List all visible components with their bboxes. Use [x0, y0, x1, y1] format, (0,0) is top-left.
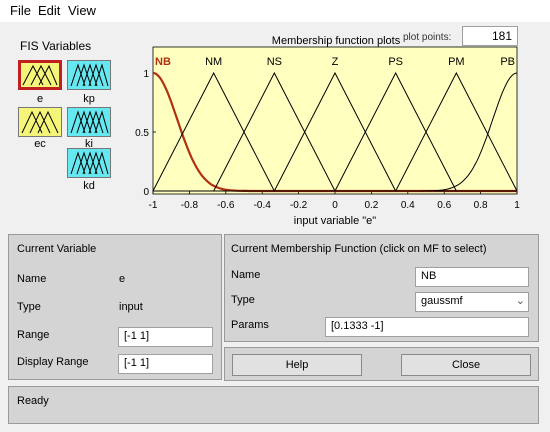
menu-bar: File Edit View: [0, 0, 550, 22]
y-tick-label: 0.5: [135, 128, 149, 139]
variable-name-value: e: [119, 273, 126, 285]
current-variable-panel: Current Variable Name e Type input Range…: [8, 234, 222, 380]
fis-output-ki[interactable]: [67, 107, 111, 137]
buttons-panel: Help Close: [224, 347, 539, 381]
mf-type-value: gaussmf: [421, 295, 463, 307]
mf-label-z: Z: [332, 56, 339, 68]
mf-type-select[interactable]: gaussmf ⌄: [415, 292, 529, 312]
mf-params-label: Params: [231, 319, 269, 331]
fis-input-e[interactable]: [18, 60, 62, 90]
fis-output-kp-label: kp: [83, 93, 95, 105]
x-tick-label: -0.2: [290, 200, 308, 211]
fis-input-ec-label: ec: [34, 138, 46, 150]
mf-label-nm: NM: [205, 56, 222, 68]
chart-title: Membership function plots: [272, 35, 401, 47]
mf-name-label: Name: [231, 269, 261, 281]
fis-output-kd[interactable]: [67, 148, 111, 178]
variable-type-label: Type: [17, 301, 41, 313]
status-text: Ready: [17, 395, 49, 407]
x-tick-label: -1: [149, 200, 158, 211]
mf-label-ps: PS: [388, 56, 403, 68]
mf-glyph-icon: [21, 110, 59, 134]
mf-glyph-icon: [70, 110, 109, 134]
mf-label-nb: NB: [155, 56, 171, 68]
mf-name-field[interactable]: NB: [415, 267, 529, 287]
menu-view[interactable]: View: [68, 3, 96, 18]
help-button[interactable]: Help: [232, 354, 362, 376]
x-tick-label: 0: [332, 200, 338, 211]
fis-output-kp[interactable]: [67, 60, 111, 90]
x-tick-label: 0.6: [437, 200, 451, 211]
fis-input-ec[interactable]: [18, 107, 62, 137]
mf-label-pm: PM: [448, 56, 465, 68]
y-tick-label: 0: [143, 187, 149, 198]
mf-label-ns: NS: [267, 56, 282, 68]
x-tick-label: 0.2: [364, 200, 378, 211]
range-field[interactable]: [-1 1]: [118, 327, 213, 347]
mf-params-field[interactable]: [0.1333 -1]: [325, 317, 529, 337]
variable-name-label: Name: [17, 273, 47, 285]
mf-glyph-icon: [22, 64, 58, 86]
current-mf-panel: Current Membership Function (click on MF…: [224, 234, 539, 342]
menu-file[interactable]: File: [10, 3, 31, 18]
mf-type-label: Type: [231, 294, 255, 306]
membership-function-plot[interactable]: Membership function plots 0 0.5 1 -1 -0.8 -0…: [128, 30, 528, 230]
mf-glyph-icon: [70, 151, 109, 175]
menu-edit[interactable]: Edit: [38, 3, 60, 18]
variable-type-value: input: [119, 301, 143, 313]
x-tick-label: 0.8: [474, 200, 488, 211]
mf-label-pb: PB: [500, 56, 515, 68]
current-variable-title: Current Variable: [17, 243, 97, 255]
current-mf-title: Current Membership Function (click on MF…: [231, 243, 487, 255]
mf-glyph-icon: [70, 63, 109, 87]
chevron-down-icon: ⌄: [515, 295, 525, 307]
plot-area: [152, 46, 518, 195]
x-tick-label: 0.4: [401, 200, 415, 211]
x-tick-label: -0.8: [181, 200, 199, 211]
fis-input-e-label: e: [36, 93, 44, 105]
y-tick-label: 1: [143, 69, 149, 80]
fis-variables-title: FIS Variables: [20, 39, 92, 53]
fis-output-kd-label: kd: [83, 180, 95, 192]
close-button[interactable]: Close: [401, 354, 531, 376]
x-tick-label: 1: [514, 200, 520, 211]
x-tick-label: -0.6: [217, 200, 235, 211]
display-range-field[interactable]: [-1 1]: [118, 354, 213, 374]
range-label: Range: [17, 329, 50, 341]
x-axis-label: input variable "e": [294, 215, 377, 227]
display-range-label: Display Range: [17, 356, 89, 368]
status-bar: Ready: [8, 386, 539, 424]
x-tick-label: -0.4: [254, 200, 272, 211]
